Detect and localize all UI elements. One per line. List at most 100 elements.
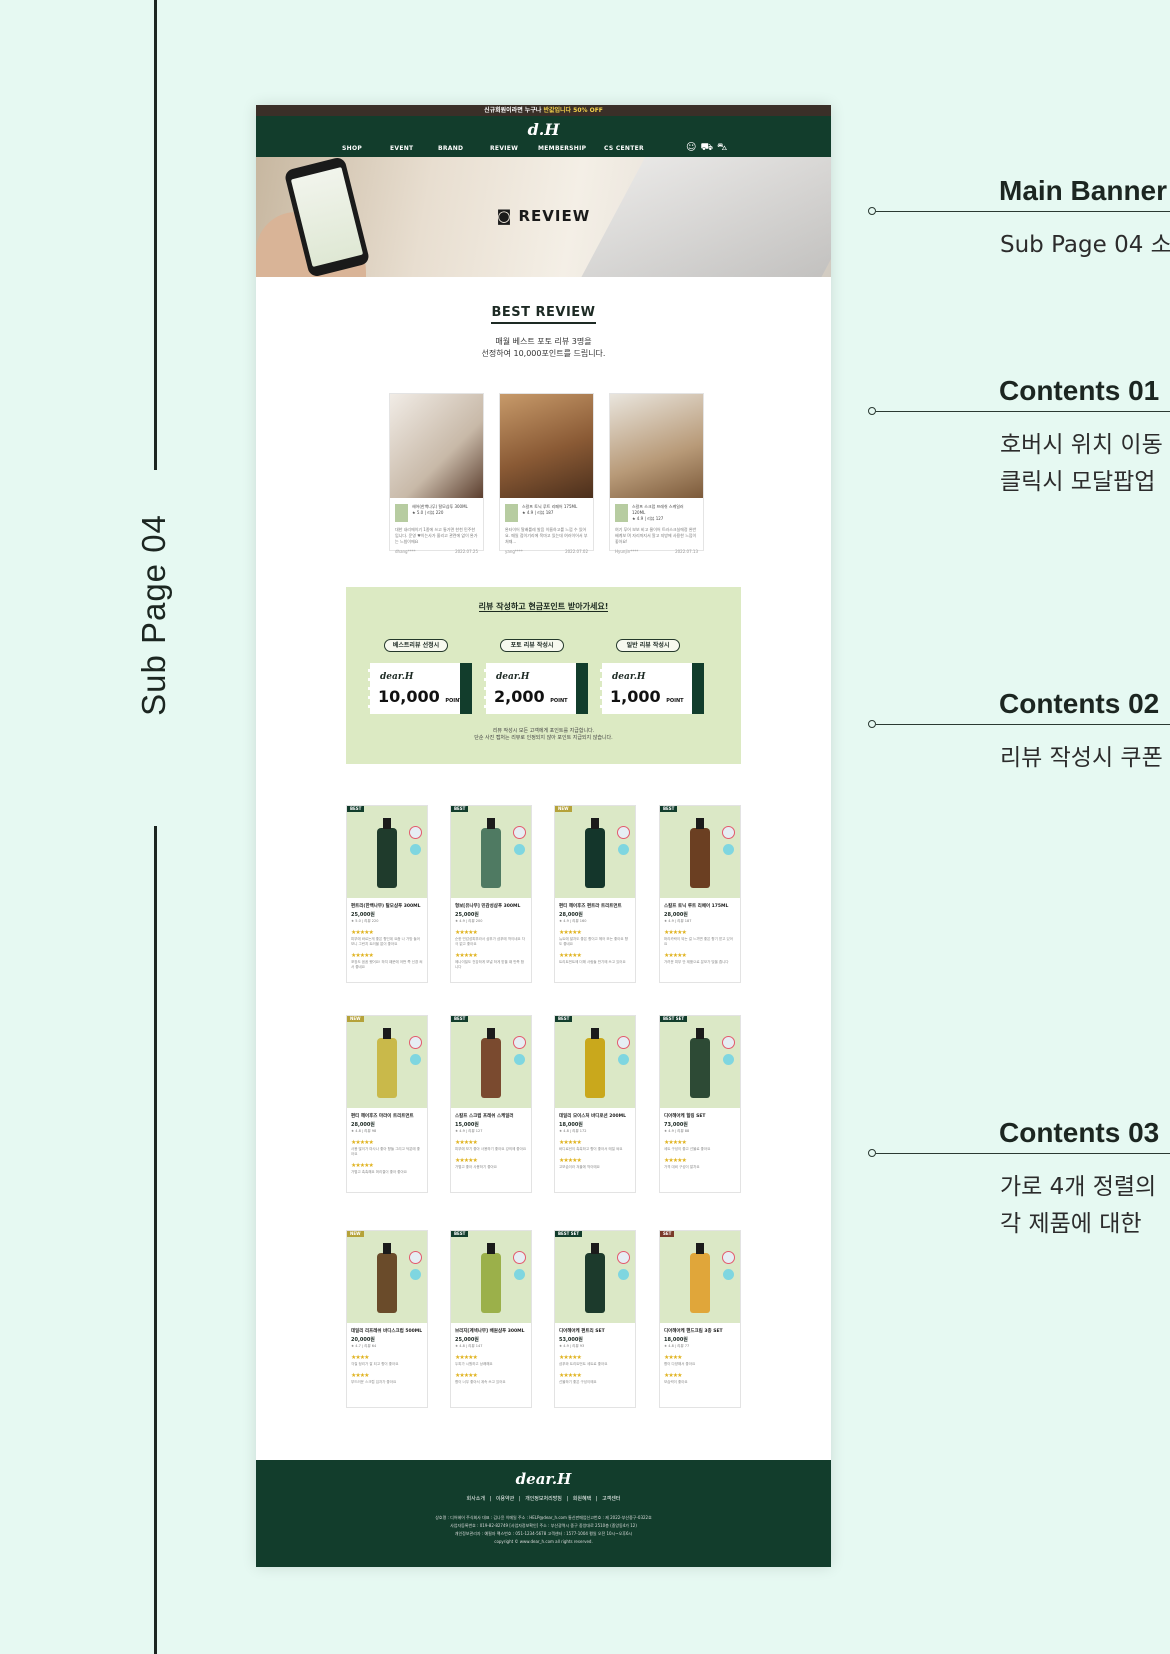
review-stars: ★★★★★: [351, 1139, 374, 1146]
footer-link-privacy[interactable]: 개인정보처리방침: [525, 1496, 562, 1502]
water-drop-icon: [723, 1054, 734, 1065]
review-text: 세트 구성이 좋고 선물로 좋아요: [664, 1147, 711, 1151]
best-review-cards: 헤어(한백나무) 탈모샴푸 300ML ★ 5.0 | 리뷰 220 대한 내리에…: [389, 393, 704, 554]
product-card[interactable]: NEW 편티 헤어후즈 편트라 트리트먼트 28,000원 ★ 4.9 | 리뷰 16…: [554, 805, 636, 983]
topbar-text: 신규회원이라면 누구나: [484, 107, 542, 114]
best-review-card[interactable]: 헤어(한백나무) 탈모샴푸 300ML ★ 5.0 | 리뷰 220 대한 내리에…: [389, 393, 484, 554]
product-image: BEST: [347, 806, 427, 898]
footer-link-terms[interactable]: 이용약관: [496, 1496, 514, 1502]
review-stars: ★★★★: [664, 1354, 683, 1361]
certification-seal-icon: [409, 1251, 422, 1264]
product-card[interactable]: BEST 브리지[계넥나무] 배원샴푸 300ML 25,000원 ★ 4.8 | 리…: [450, 1230, 532, 1408]
water-drop-icon: [514, 844, 525, 855]
product-name: 데일리 모이스처 바디로션 200ML: [559, 1114, 626, 1119]
product-rating: ★ 4.9 | 리뷰 187: [664, 919, 692, 923]
review-stars: ★★★★★: [559, 929, 582, 936]
topbar-highlight: 반값입니다 50% OFF: [543, 107, 603, 114]
truck-icon[interactable]: ⛍: [717, 142, 727, 153]
product-rating: ★ 4.9 | 리뷰 200: [455, 919, 483, 923]
site-footer: dear.H 회사소개 | 이용약관 | 개인정보처리방침 | 회원혜택 | 고…: [256, 1460, 831, 1567]
certification-seal-icon: [722, 826, 735, 839]
review-stars: ★★★★★: [351, 1162, 374, 1169]
product-name: 편트리(한백나무) 탈모샴푸 300ML: [351, 904, 421, 909]
review-stars: ★★★★: [664, 1372, 683, 1379]
review-text: 향이 너무 좋아서 계속 쓰고 있어요: [455, 1380, 506, 1384]
review-stars: ★★★★★: [455, 952, 478, 959]
review-stars: ★★★★: [351, 1354, 370, 1361]
footer-link-cs[interactable]: 고객센터: [602, 1496, 620, 1502]
coupon-2000[interactable]: dear.H 2,000 POINT: [484, 663, 588, 714]
user-icon[interactable]: ☺: [686, 142, 696, 153]
certification-seal-icon: [513, 1251, 526, 1264]
product-card[interactable]: SET 디어헤어케 핸드크림 3종 SET 18,000원 ★ 4.8 | 리뷰 77…: [659, 1230, 741, 1408]
product-rating: ★ 4.8 | 리뷰 172: [559, 1129, 587, 1133]
coupon-10000[interactable]: dear.H 10,000 POINT: [368, 663, 472, 714]
product-image: NEW: [347, 1016, 427, 1108]
product-name: 디어헤어케 편트리 SET: [559, 1329, 605, 1334]
product-card[interactable]: BEST SET 디어헤어케 힐링 SET 73,000원 ★ 4.9 | 리뷰 88…: [659, 1015, 741, 1193]
product-name: 편티 헤어후즈 편트라 트리트먼트: [559, 904, 622, 909]
footer-link-about[interactable]: 회사소개: [467, 1496, 485, 1502]
product-price: 15,000원: [455, 1122, 479, 1128]
review-stars: ★★★★★: [455, 1139, 478, 1146]
product-image: BEST: [451, 806, 531, 898]
product-price: 28,000원: [664, 912, 688, 918]
product-rating: ★ 4.7 | 리뷰 64: [351, 1344, 377, 1348]
product-card[interactable]: BEST 스칼프 스크럽 프레쉬 스케일러 15,000원 ★ 4.9 | 리뷰 12…: [450, 1015, 532, 1193]
product-card[interactable]: BEST 형보[유나무] 민감성샴푸 300ML 25,000원 ★ 4.9 | 리뷰…: [450, 805, 532, 983]
best-review-card[interactable]: 스칼프 토닉 루트 리페어 175ML ★ 4.9 | 리뷰 187 완타이어 탈…: [499, 393, 594, 554]
product-card[interactable]: NEW 편티 헤어후즈 마라이 트리트먼트 28,000원 ★ 4.8 | 리뷰 98…: [346, 1015, 428, 1193]
review-text: 두피가 시원하고 상쾌해요: [455, 1362, 493, 1366]
nav-item-cs-center[interactable]: CS CENTER: [604, 145, 644, 152]
product-card[interactable]: BEST 편트리(한백나무) 탈모샴푸 300ML 25,000원 ★ 5.0 | 리…: [346, 805, 428, 983]
product-image: SET: [660, 1231, 740, 1323]
nav-item-shop[interactable]: SHOP: [342, 145, 362, 152]
certification-seal-icon: [617, 826, 630, 839]
review-stars: ★★★★★: [664, 1139, 687, 1146]
site-logo[interactable]: d.H: [256, 120, 831, 139]
nav-item-membership[interactable]: MEMBERSHIP: [538, 145, 586, 152]
bottle-image: [585, 818, 605, 888]
nav-item-brand[interactable]: BRAND: [438, 145, 463, 152]
product-card[interactable]: BEST 데일리 모이스처 바디로션 200ML 18,000원 ★ 4.8 | 리뷰…: [554, 1015, 636, 1193]
product-image: BEST SET: [555, 1231, 635, 1323]
product-card[interactable]: NEW 데일리 리프레쉬 바디스크럽 500ML 20,000원 ★ 4.7 | 리뷰…: [346, 1230, 428, 1408]
product-card[interactable]: BEST 스칼프 토닉 루트 리페어 175ML 28,000원 ★ 4.9 | 리뷰…: [659, 805, 741, 983]
review-text: 뉴트에 발자도 좋은 향이고 헤어 모는 좋아요 향도 좋네요: [559, 937, 628, 946]
bottle-image: [377, 1243, 397, 1313]
product-card[interactable]: BEST SET 디어헤어케 편트리 SET 53,000원 ★ 4.9 | 리뷰 9…: [554, 1230, 636, 1408]
review-text: 에나이밀도 건강하게 보낼 하게 받을 때 만족 합니다: [455, 960, 524, 969]
certification-seal-icon: [409, 1036, 422, 1049]
certification-seal-icon: [617, 1251, 630, 1264]
review-text: 부드러운 스크럽 입자가 좋아요: [351, 1380, 397, 1384]
review-stars: ★★★★★: [351, 952, 374, 959]
product-badge: BEST: [451, 806, 469, 812]
product-image: NEW: [555, 806, 635, 898]
main-nav: d.H SHOP EVENT BRAND REVIEW MEMBERSHIP C…: [256, 116, 831, 157]
product-rating: ★ 4.9 | 리뷰 127: [455, 1129, 483, 1133]
promo-topbar[interactable]: 신규회원이라면 누구나 반값입니다 50% OFF: [256, 105, 831, 116]
cart-icon[interactable]: ⛟: [700, 142, 713, 153]
water-drop-icon: [514, 1269, 525, 1280]
review-text: 각질 정리가 잘 되고 향이 좋아요: [351, 1362, 399, 1366]
bottle-image: [377, 818, 397, 888]
nav-item-review[interactable]: REVIEW: [490, 145, 518, 152]
product-badge: BEST: [555, 1016, 573, 1022]
product-price: 73,000원: [664, 1122, 688, 1128]
best-review-subtitle: 매월 베스트 포토 리뷰 3명을 선정하여 10,000포인트를 드립니다.: [481, 337, 606, 358]
review-stars: ★★★★★: [455, 1372, 478, 1379]
review-stars: ★★★★★: [351, 929, 374, 936]
best-review-card[interactable]: 스칼프 스크럽 프레쉬 스케일러 120ML ★ 4.9 | 리뷰 127 여기 …: [609, 393, 704, 554]
review-stars: ★★★★★: [664, 929, 687, 936]
review-stars: ★★★★★: [559, 1354, 582, 1361]
nav-item-event[interactable]: EVENT: [390, 145, 413, 152]
coupon-1000[interactable]: dear.H 1,000 POINT: [600, 663, 704, 714]
product-badge: BEST: [451, 1231, 469, 1237]
product-name: 스칼프 토닉 루트 리페어 175ML: [664, 904, 729, 909]
product-price: 18,000원: [559, 1122, 583, 1128]
product-price: 28,000원: [351, 1122, 375, 1128]
bottle-image: [377, 1028, 397, 1098]
footer-logo[interactable]: dear.H: [256, 1470, 831, 1488]
footer-link-benefits[interactable]: 회원혜택: [573, 1496, 591, 1502]
review-stars: ★★★★★: [559, 1157, 582, 1164]
